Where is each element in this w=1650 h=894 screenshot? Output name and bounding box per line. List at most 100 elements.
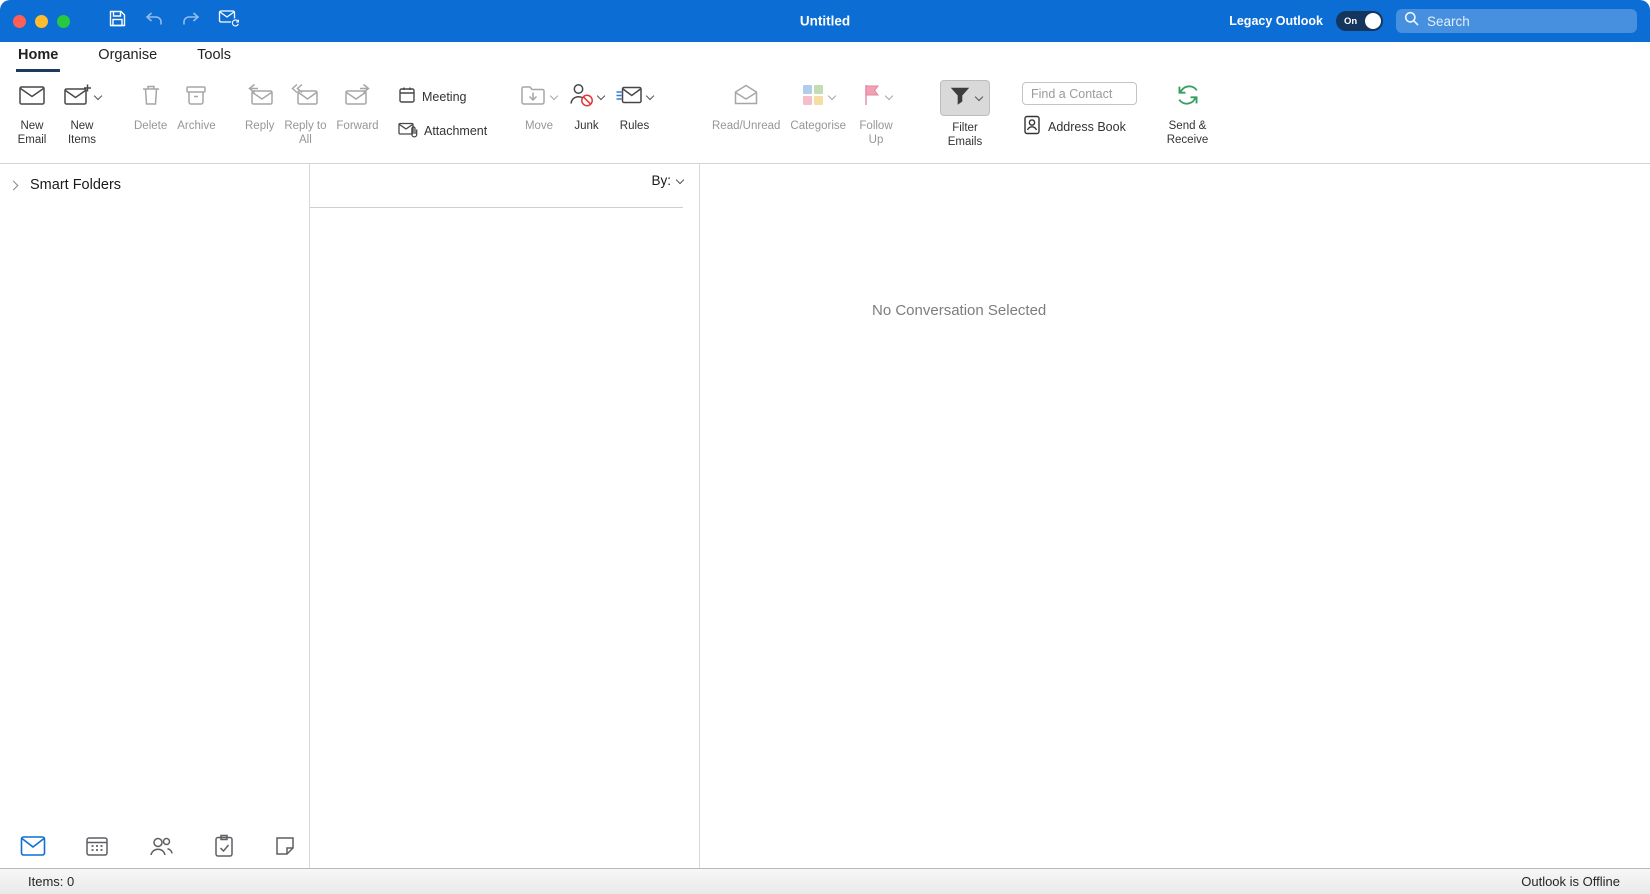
zoom-button[interactable] [57, 14, 70, 28]
send-receive-button[interactable]: Send & Receive [1158, 78, 1217, 147]
filter-emails-button[interactable]: Filter Emails [938, 78, 992, 149]
chevron-down-icon [828, 93, 836, 101]
archive-icon [184, 83, 208, 112]
sort-by-dropdown[interactable]: By: [651, 173, 684, 188]
address-book-icon [1022, 115, 1042, 138]
archive-label: Archive [177, 120, 216, 132]
reply-icon [246, 83, 274, 112]
attachment-icon [398, 120, 418, 141]
chevron-right-icon [10, 181, 19, 190]
smart-folders-label: Smart Folders [30, 177, 122, 193]
legacy-outlook-toggle[interactable]: On [1336, 11, 1383, 31]
items-count: Items: 0 [28, 874, 75, 889]
people-module-icon[interactable] [148, 835, 174, 857]
chevron-down-icon [975, 94, 983, 102]
search-icon [1404, 11, 1419, 31]
toggle-on-label: On [1344, 15, 1358, 27]
rules-button[interactable]: Rules [613, 78, 656, 134]
junk-button[interactable]: Junk [566, 78, 607, 134]
reply-label: Reply [245, 120, 275, 132]
delete-button[interactable]: Delete [132, 78, 169, 134]
save-icon[interactable] [108, 9, 127, 33]
reply-all-icon [291, 83, 319, 112]
chevron-down-icon [94, 93, 102, 101]
by-chevron-icon [676, 177, 684, 185]
undo-icon[interactable] [144, 10, 164, 33]
reply-to-all-button[interactable]: Reply to All [280, 78, 330, 147]
tab-organise[interactable]: Organise [96, 47, 159, 72]
junk-icon [568, 82, 594, 113]
connection-status: Outlook is Offline [1521, 874, 1620, 889]
send-receive-sync-icon[interactable] [218, 9, 241, 33]
calendar-module-icon[interactable] [85, 835, 109, 857]
tab-tools[interactable]: Tools [195, 47, 233, 72]
sort-by-label: By: [651, 173, 671, 188]
address-book-label: Address Book [1048, 119, 1126, 134]
close-button[interactable] [13, 14, 26, 28]
chevron-down-icon [646, 93, 654, 101]
junk-label: Junk [574, 120, 599, 132]
rules-label: Rules [619, 120, 650, 132]
rules-icon [615, 83, 643, 112]
tab-home[interactable]: Home [16, 47, 61, 72]
move-button[interactable]: Move [518, 78, 560, 134]
send-receive-icon [1174, 82, 1202, 113]
delete-label: Delete [134, 120, 168, 132]
new-items-button[interactable]: New Items [60, 78, 104, 147]
follow-up-button[interactable]: Follow Up [854, 78, 898, 147]
minimize-button[interactable] [35, 14, 48, 28]
mail-module-icon[interactable] [20, 835, 46, 857]
window-title: Untitled [799, 13, 851, 29]
attachment-button[interactable]: Attachment [398, 120, 487, 141]
archive-button[interactable]: Archive [175, 78, 217, 134]
meeting-icon [398, 86, 416, 107]
tasks-module-icon[interactable] [213, 834, 235, 858]
move-label: Move [524, 120, 554, 132]
legacy-outlook-label: Legacy Outlook [1229, 14, 1323, 28]
meeting-button[interactable]: Meeting [398, 86, 466, 107]
no-conversation-message: No Conversation Selected [872, 302, 1047, 319]
read-unread-label: Read/Unread [712, 120, 781, 132]
new-email-button[interactable]: New Email [10, 78, 54, 147]
forward-button[interactable]: Forward [334, 78, 380, 134]
follow-up-label: Follow Up [859, 120, 893, 146]
smart-folders-item[interactable]: Smart Folders [0, 164, 309, 193]
folder-sidebar: Smart Folders [0, 164, 310, 868]
new-email-label: New Email [17, 120, 47, 146]
read-unread-button[interactable]: Read/Unread [710, 78, 782, 134]
search-field[interactable] [1396, 9, 1637, 33]
move-icon [520, 83, 547, 112]
reading-pane: No Conversation Selected [700, 164, 1650, 868]
module-switcher [20, 834, 296, 858]
forward-icon [344, 83, 372, 112]
categorise-button[interactable]: Categorise [788, 78, 848, 134]
categorise-icon [801, 83, 825, 112]
chevron-down-icon [597, 93, 605, 101]
status-bar: Items: 0 Outlook is Offline [0, 868, 1650, 894]
new-items-icon [63, 83, 91, 112]
find-contact-input[interactable] [1022, 82, 1137, 105]
redo-icon[interactable] [181, 10, 201, 33]
filter-icon [948, 84, 972, 113]
reply-button[interactable]: Reply [243, 78, 276, 134]
window-controls [13, 14, 70, 28]
search-input[interactable] [1425, 12, 1629, 30]
attachment-label: Attachment [424, 123, 488, 138]
filter-emails-label: Filter Emails [947, 122, 983, 148]
meeting-label: Meeting [422, 89, 467, 104]
outlook-window: Untitled Legacy Outlook On Home Organise… [0, 0, 1650, 894]
toggle-knob [1365, 13, 1381, 29]
ribbon-toolbar: New Email New Items Delete Archive Reply… [0, 72, 1650, 164]
message-list-pane: By: [310, 164, 700, 868]
filter-box [940, 80, 990, 116]
notes-module-icon[interactable] [274, 835, 296, 857]
address-book-button[interactable]: Address Book [1022, 115, 1126, 138]
ribbon-tabs: Home Organise Tools [0, 42, 1650, 72]
new-items-label: New Items [67, 120, 97, 146]
categorise-label: Categorise [790, 120, 847, 132]
follow-up-icon [860, 83, 882, 112]
chevron-down-icon [550, 93, 558, 101]
main-content: Smart Folders By: No Conversation Select… [0, 164, 1650, 868]
forward-label: Forward [336, 120, 379, 132]
delete-icon [139, 83, 163, 112]
